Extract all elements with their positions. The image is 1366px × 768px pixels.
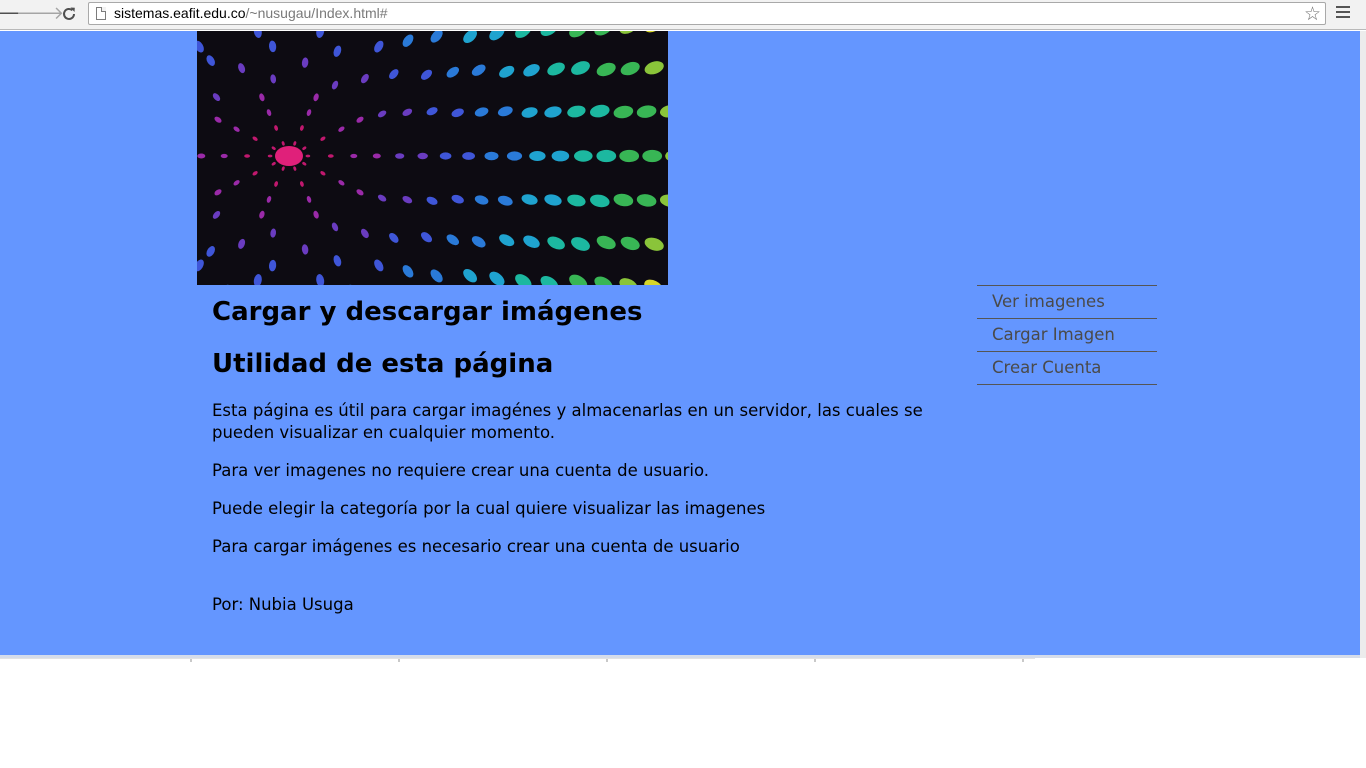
page-body: Cargar y descargar imágenes Utilidad de … [0, 31, 1360, 655]
url-text[interactable]: sistemas.eafit.edu.co/~nusugau/Index.htm… [114, 5, 388, 22]
side-menu: Ver imagenes Cargar Imagen Crear Cuenta [977, 285, 1157, 385]
section-heading: Utilidad de esta página [212, 349, 554, 379]
url-path: /~nusugau/Index.html# [245, 5, 388, 21]
url-host: sistemas.eafit.edu.co [114, 5, 246, 21]
dot-spiral-banner-image [197, 31, 668, 285]
paragraph-1: Esta página es útil para cargar imagénes… [212, 401, 923, 442]
page-title: Cargar y descargar imágenes [212, 297, 643, 327]
main-content: Cargar y descargar imágenes Utilidad de … [212, 297, 942, 616]
paragraph-4: Para cargar imágenes es necesario crear … [212, 537, 740, 556]
menu-item-crear-cuenta[interactable]: Crear Cuenta [977, 352, 1157, 385]
menu-item-ver-imagenes[interactable]: Ver imagenes [977, 286, 1157, 319]
forward-arrow-icon[interactable]: 🡒 [16, 3, 64, 25]
vertical-scrollbar[interactable] [1360, 31, 1366, 658]
browser-toolbar: 🡐 🡒 sistemas.eafit.edu.co/~nusugau/Index… [0, 0, 1366, 30]
paragraph-2: Para ver imagenes no requiere crear una … [212, 461, 710, 480]
paragraph-3: Puede elegir la categoría por la cual qu… [212, 499, 766, 518]
menu-item-cargar-imagen[interactable]: Cargar Imagen [977, 319, 1157, 352]
menu-icon[interactable] [1336, 6, 1350, 22]
address-bar[interactable]: sistemas.eafit.edu.co/~nusugau/Index.htm… [88, 2, 1326, 25]
page-icon [96, 7, 106, 20]
author-credit: Por: Nubia Usuga [212, 595, 354, 614]
reload-icon[interactable] [58, 3, 80, 25]
star-icon[interactable]: ☆ [1304, 3, 1321, 25]
scroll-divider [0, 658, 1035, 662]
